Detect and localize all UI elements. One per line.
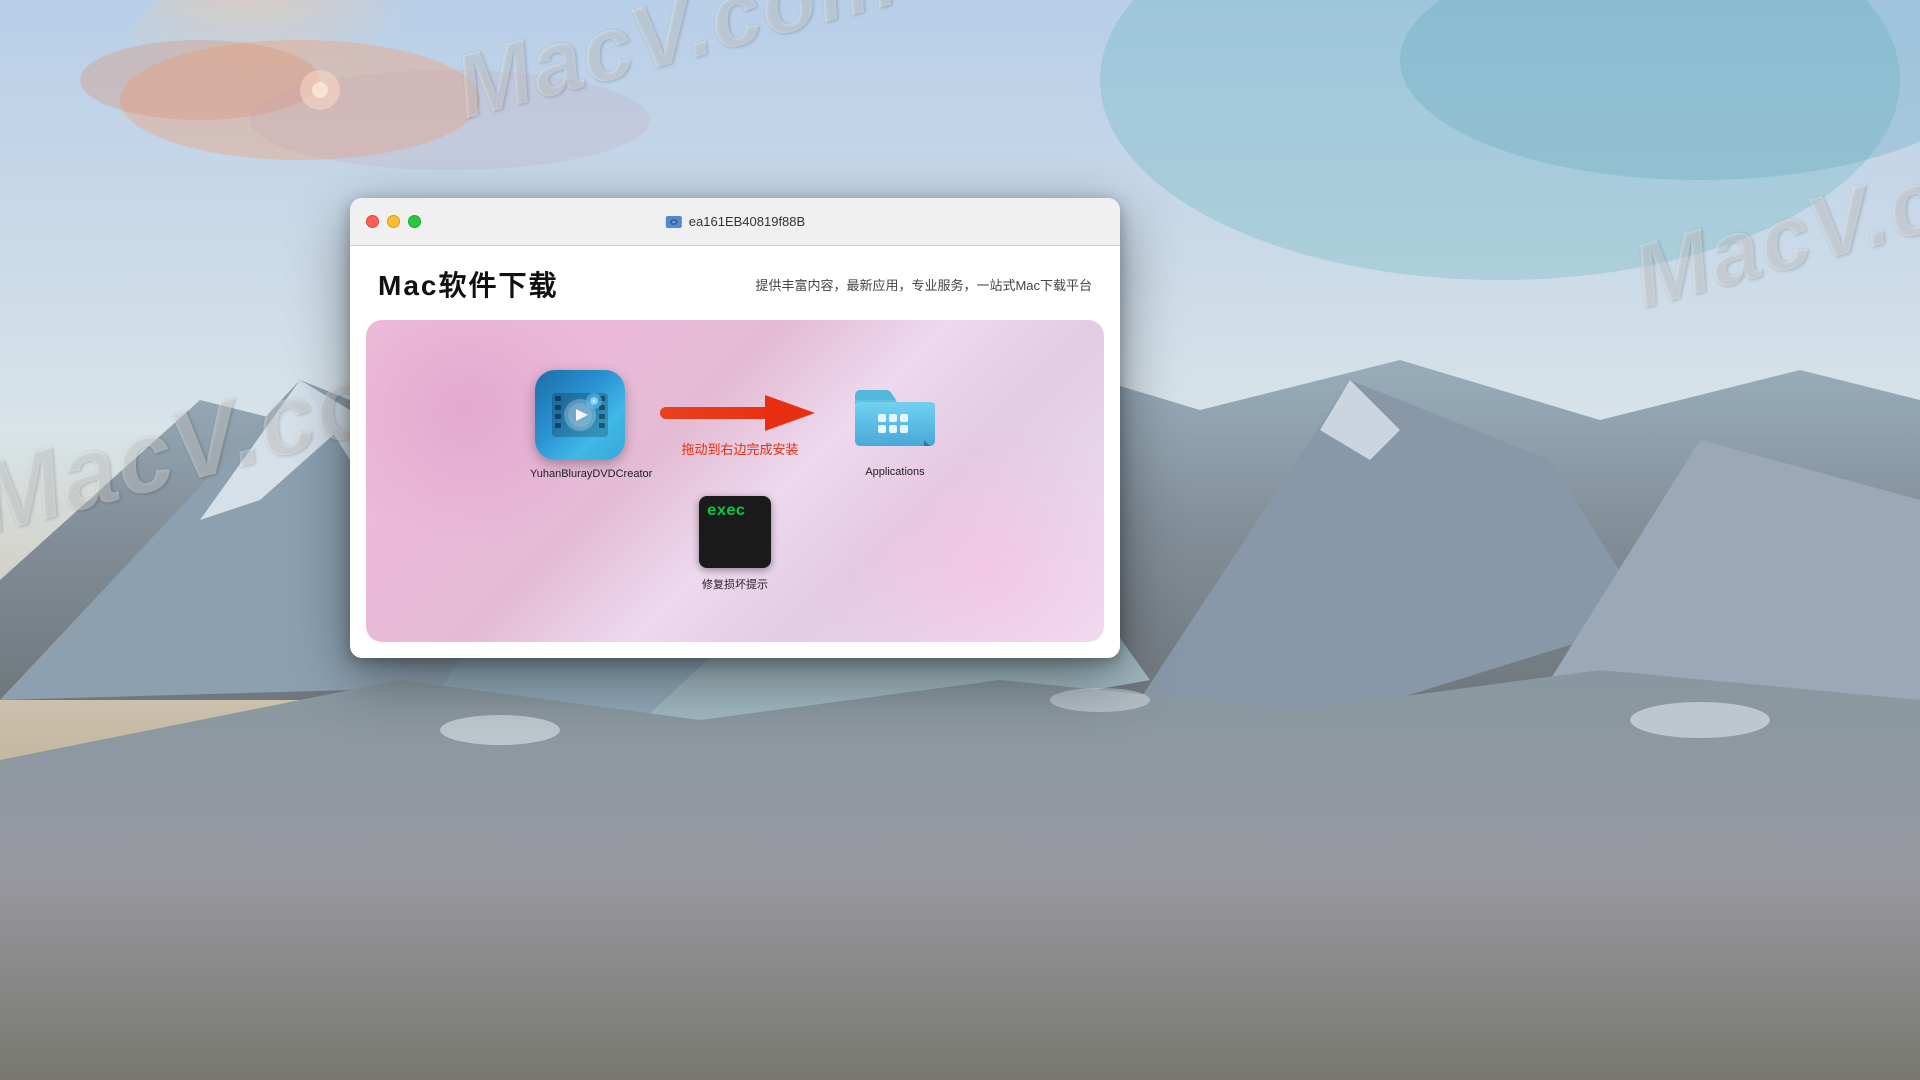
macos-window: ea161EB40819f88B Mac软件下载 提供丰富内容，最新应用，专业服… <box>350 198 1120 658</box>
app-icon <box>535 370 625 460</box>
title-bar: ea161EB40819f88B <box>350 198 1120 246</box>
brand-title: Mac软件下载 <box>378 264 558 304</box>
install-arrow: 拖动到右边完成安装 <box>660 393 820 458</box>
disk-image-icon <box>665 213 683 231</box>
app-name-label: YuhanBlurayDVDCreator <box>530 468 630 480</box>
close-button[interactable] <box>366 215 379 228</box>
applications-label: Applications <box>865 466 924 478</box>
arrow-container <box>660 393 820 433</box>
exec-file-label: 修复损坏提示 <box>702 576 768 592</box>
exec-text-label: exec <box>707 502 745 520</box>
applications-folder-icon <box>850 372 940 452</box>
window-title-area: ea161EB40819f88B <box>665 213 805 231</box>
app-icon-container[interactable]: YuhanBlurayDVDCreator <box>530 370 630 480</box>
exec-icon: exec <box>699 496 771 568</box>
minimize-button[interactable] <box>387 215 400 228</box>
traffic-lights <box>366 215 421 228</box>
install-row: YuhanBlurayDVDCreator <box>530 370 940 480</box>
window-header: Mac软件下载 提供丰富内容，最新应用，专业服务，一站式Mac下载平台 <box>350 246 1120 320</box>
brand-subtitle: 提供丰富内容，最新应用，专业服务，一站式Mac下载平台 <box>755 275 1092 294</box>
arrow-instruction-text: 拖动到右边完成安装 <box>681 439 798 458</box>
window-title-text: ea161EB40819f88B <box>689 214 805 229</box>
dmg-content-area: YuhanBlurayDVDCreator <box>366 320 1104 642</box>
exec-file-container[interactable]: exec 修复损坏提示 <box>699 496 771 592</box>
exec-row: exec 修复损坏提示 <box>699 496 771 592</box>
maximize-button[interactable] <box>408 215 421 228</box>
applications-folder-container[interactable]: Applications <box>850 372 940 478</box>
